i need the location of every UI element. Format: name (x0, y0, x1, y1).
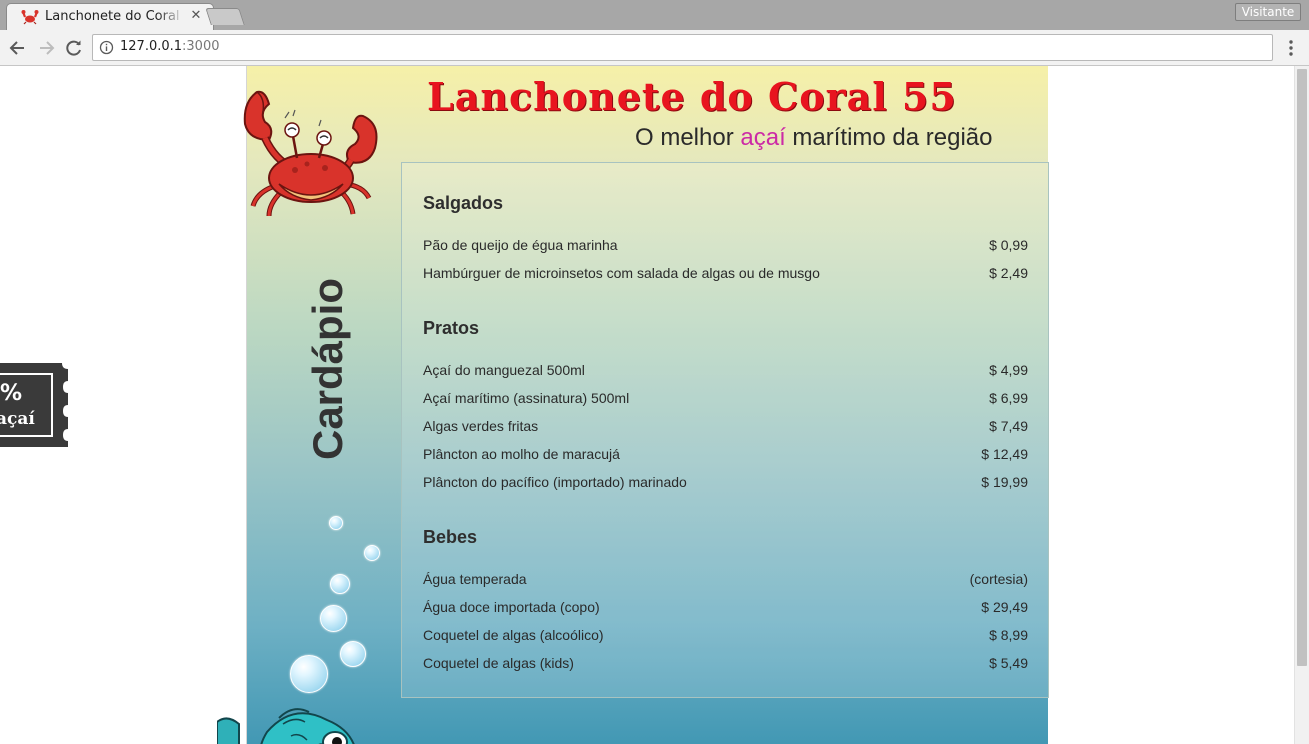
fish-mascot-icon (217, 708, 355, 744)
item-name: Água temperada (423, 571, 527, 587)
item-name: Algas verdes fritas (423, 418, 539, 434)
vertical-menu-label-text: Cardápio (304, 277, 351, 461)
bubble-decoration (320, 605, 347, 632)
tagline-end: marítimo da região (785, 124, 993, 151)
item-price: $ 5,49 (989, 655, 1028, 671)
url-host: 127.0.0.1 (120, 39, 183, 54)
back-button[interactable] (7, 37, 29, 59)
menu-item: Coquetel de algas (kids) $ 5,49 (423, 655, 1028, 675)
tab-strip: Lanchonete do Coral 55 ✕ Visitante (0, 0, 1309, 30)
item-price: $ 6,99 (989, 390, 1028, 406)
menu-item: Algas verdes fritas $ 7,49 (423, 418, 1028, 438)
tagline-start: O melhor (635, 124, 741, 151)
page-viewport: % açaí Lanchonete do Coral 55 O melhor a… (0, 66, 1309, 744)
reload-button[interactable] (63, 37, 85, 59)
scrollbar-thumb[interactable] (1297, 69, 1307, 666)
menu-card: Salgados Pão de queijo de égua marinha $… (401, 162, 1049, 698)
browser-menu-button[interactable] (1282, 38, 1300, 58)
item-name: Pão de queijo de égua marinha (423, 237, 618, 253)
menu-item: Açaí marítimo (assinatura) 500ml $ 6,99 (423, 390, 1028, 410)
browser-tab[interactable]: Lanchonete do Coral 55 ✕ (6, 3, 214, 30)
tab-title-fade (157, 6, 185, 26)
menu-item: Água temperada (cortesia) (423, 571, 1028, 591)
crab-favicon-icon (21, 10, 39, 25)
arrow-right-icon (40, 41, 55, 55)
item-name: Açaí do manguezal 500ml (423, 362, 585, 378)
menu-item: Pão de queijo de égua marinha $ 0,99 (423, 237, 1028, 257)
item-name: Coquetel de algas (alcoólico) (423, 627, 604, 643)
bubble-decoration (329, 516, 343, 530)
crab-mascot-icon (243, 90, 378, 217)
item-price: $ 4,99 (989, 362, 1028, 378)
item-price: $ 7,49 (989, 418, 1028, 434)
kebab-menu-icon (1289, 40, 1293, 56)
browser-toolbar: 127.0.0.1:3000 (0, 30, 1309, 66)
close-tab-icon[interactable]: ✕ (189, 8, 203, 24)
page-scrollbar[interactable] (1294, 66, 1309, 744)
profile-button[interactable]: Visitante (1235, 3, 1301, 21)
menu-item: Hambúrguer de microinsetos com salada de… (423, 265, 1028, 285)
bubble-decoration (364, 545, 380, 561)
promo-acai: açaí (0, 409, 35, 429)
item-name: Hambúrguer de microinsetos com salada de… (423, 265, 820, 281)
item-price: (cortesia) (969, 571, 1028, 587)
menu-item: Plâncton ao molho de maracujá $ 12,49 (423, 446, 1028, 466)
section-title-salgados: Salgados (423, 193, 504, 213)
arrow-left-icon (9, 41, 24, 55)
new-tab-button[interactable] (205, 8, 245, 25)
menu-page: Lanchonete do Coral 55 O melhor açaí mar… (217, 66, 1049, 744)
tagline-accent: açaí (740, 124, 786, 151)
item-price: $ 0,99 (989, 237, 1028, 253)
item-name: Plâncton do pacífico (importado) marinad… (423, 474, 687, 490)
item-name: Coquetel de algas (kids) (423, 655, 574, 671)
item-price: $ 29,49 (981, 599, 1028, 615)
item-name: Açaí marítimo (assinatura) 500ml (423, 390, 630, 406)
bubble-decoration (340, 641, 366, 667)
menu-item: Plâncton do pacífico (importado) marinad… (423, 474, 1028, 494)
ticket-icon: % açaí (0, 363, 68, 447)
item-price: $ 12,49 (981, 446, 1028, 462)
url-port: :3000 (182, 39, 220, 54)
promo-percent: % (0, 381, 22, 406)
reload-icon (66, 40, 81, 56)
menu-item: Coquetel de algas (alcoólico) $ 8,99 (423, 627, 1028, 647)
item-name: Plâncton ao molho de maracujá (423, 446, 620, 462)
vertical-menu-label: Cardápio (303, 264, 353, 474)
bubble-decoration (330, 574, 350, 594)
menu-item: Água doce importada (copo) $ 29,49 (423, 599, 1028, 619)
info-icon[interactable] (99, 40, 114, 55)
tagline: O melhor açaí marítimo da região (635, 124, 993, 152)
site-title: Lanchonete do Coral 55 (427, 74, 957, 119)
item-name: Água doce importada (copo) (423, 599, 600, 615)
section-title-pratos: Pratos (423, 318, 480, 338)
item-price: $ 8,99 (989, 627, 1028, 643)
section-title-bebes: Bebes (423, 527, 478, 547)
item-price: $ 19,99 (981, 474, 1028, 490)
bubble-decoration (290, 655, 328, 693)
forward-button[interactable] (35, 37, 57, 59)
menu-item: Açaí do manguezal 500ml $ 4,99 (423, 362, 1028, 382)
address-bar[interactable]: 127.0.0.1:3000 (92, 34, 1273, 61)
promo-ticket[interactable]: % açaí (0, 363, 70, 447)
url-text[interactable]: 127.0.0.1:3000 (120, 39, 220, 54)
item-price: $ 2,49 (989, 265, 1028, 281)
